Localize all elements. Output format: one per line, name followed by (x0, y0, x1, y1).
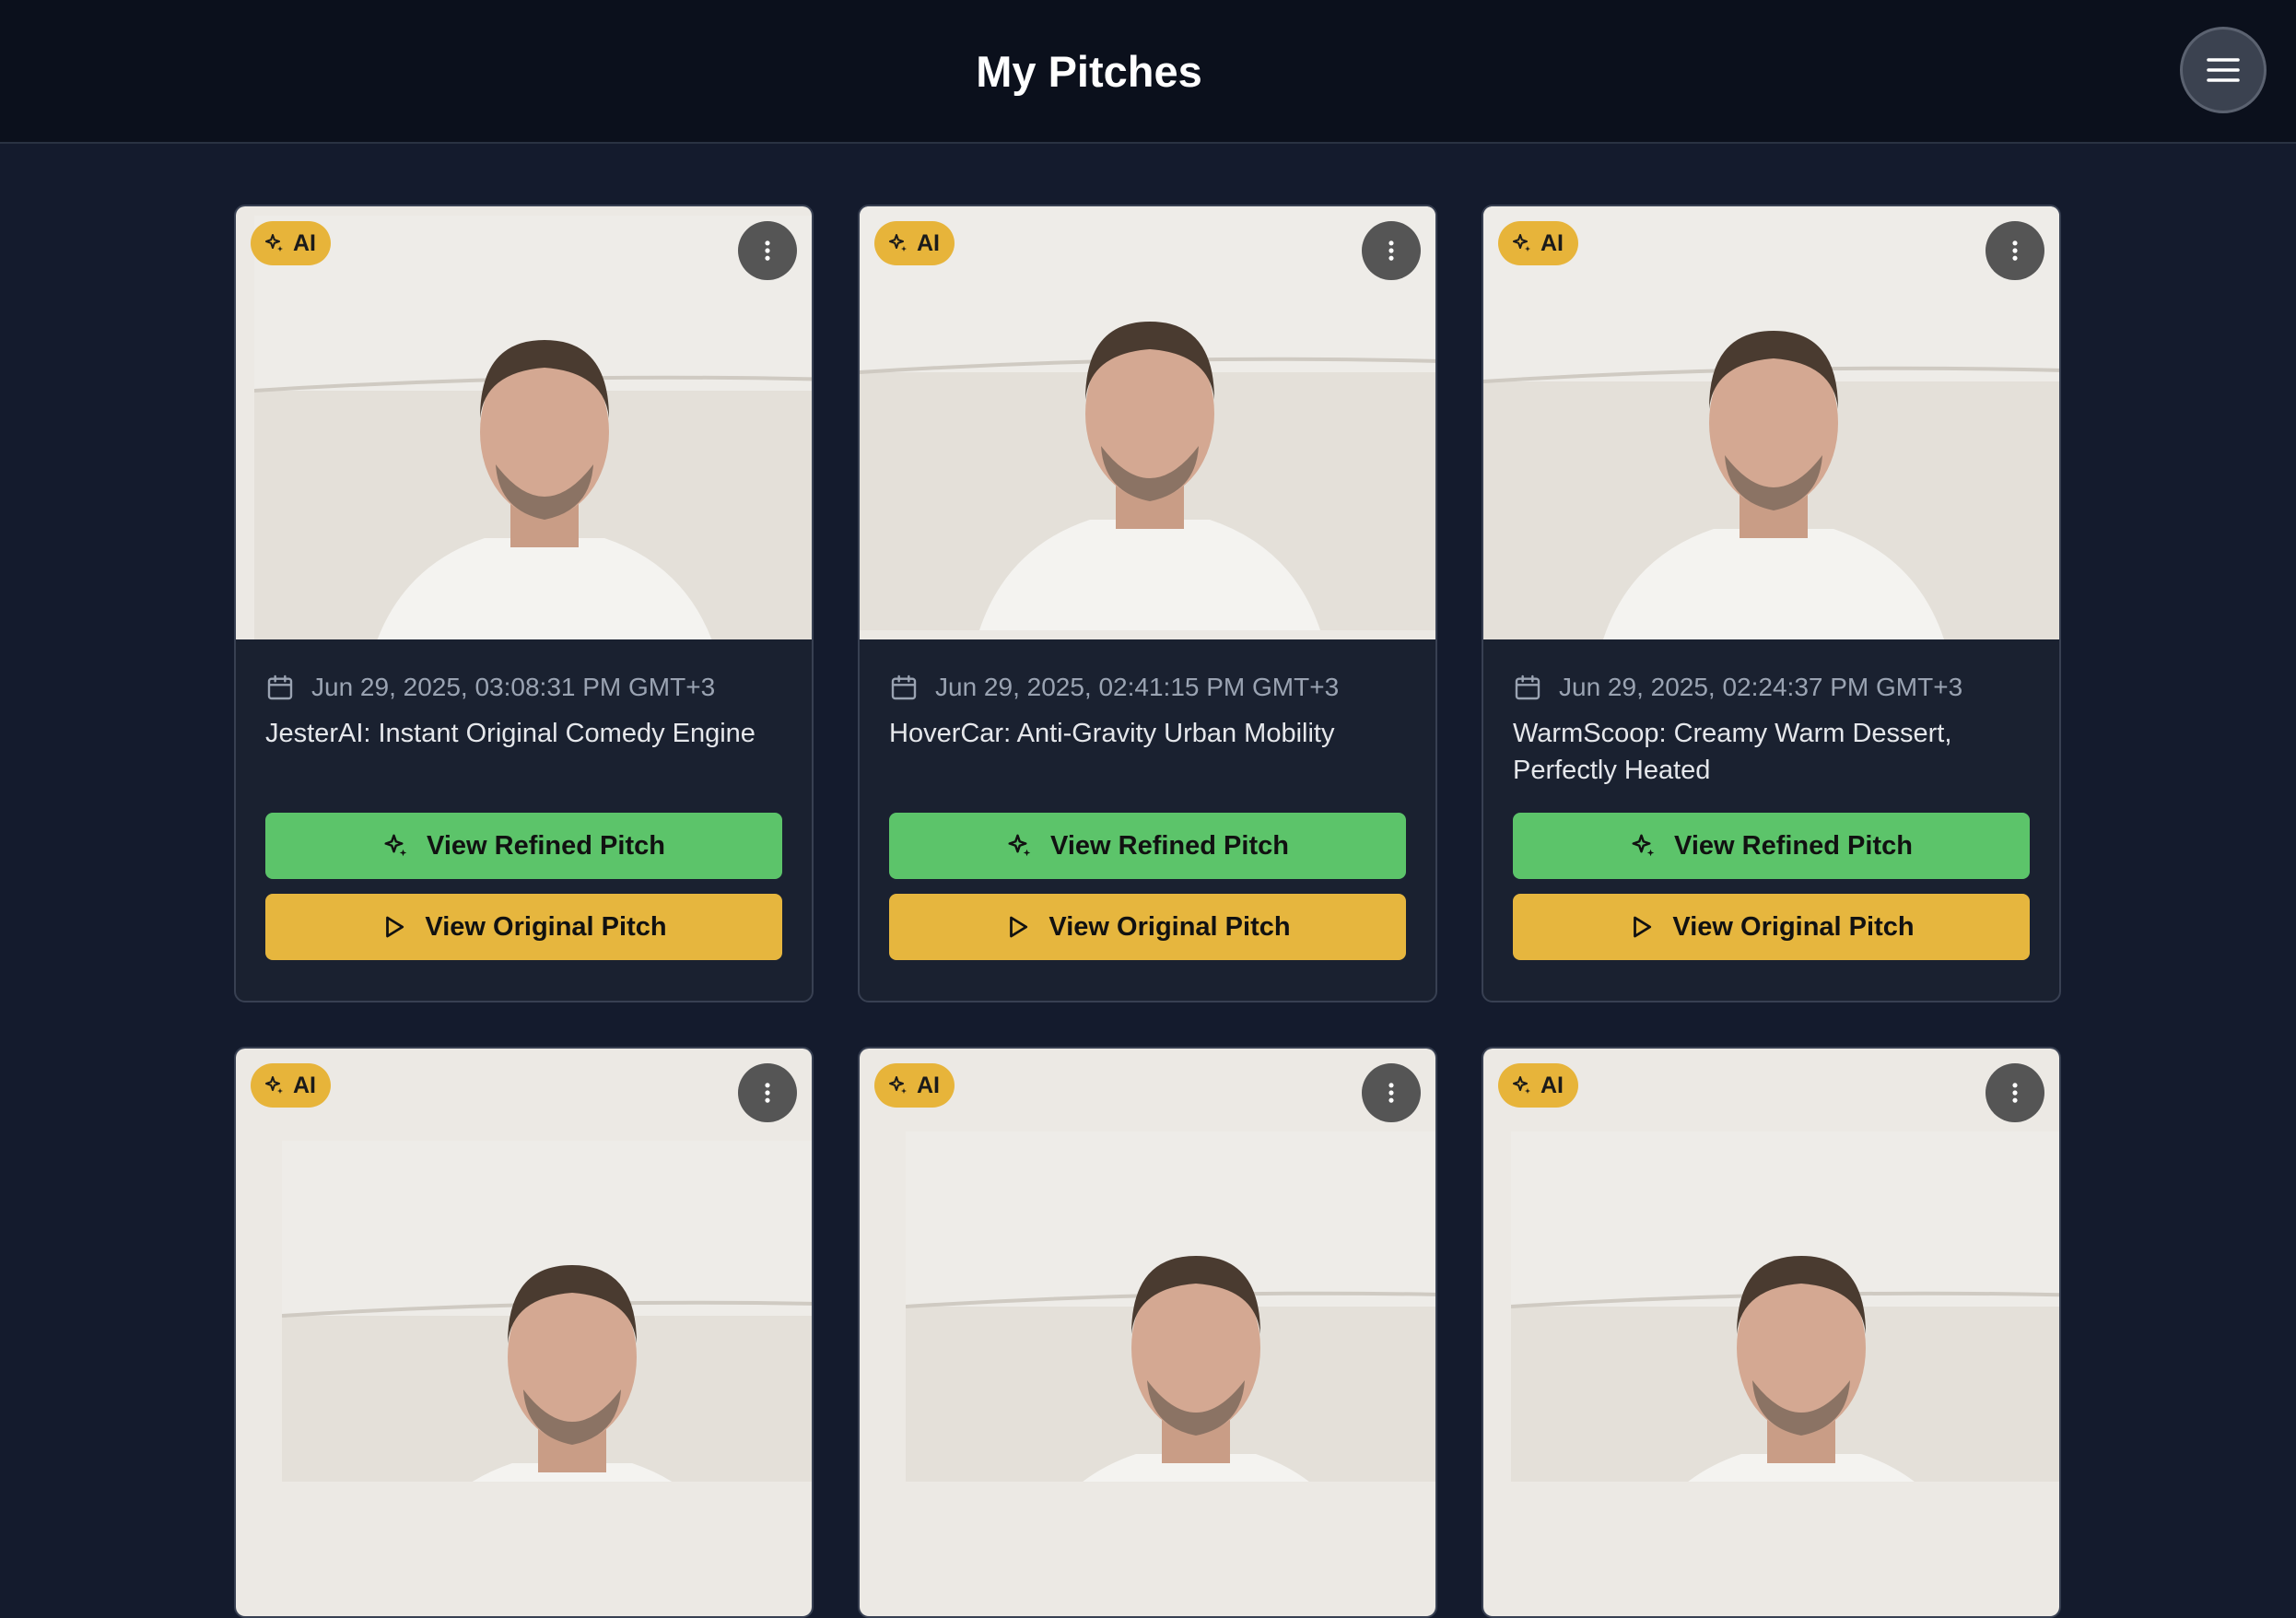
sparkle-icon (1630, 832, 1658, 860)
pitch-date: Jun 29, 2025, 02:41:15 PM GMT+3 (889, 673, 1406, 702)
pitch-thumbnail[interactable]: AI (1483, 1049, 2059, 1616)
sparkle-icon (1511, 232, 1533, 254)
ai-badge: AI (251, 1063, 331, 1108)
pitch-card: AI (1482, 1047, 2061, 1618)
hamburger-menu-icon (2207, 58, 2240, 82)
pitch-thumbnail[interactable]: AI (860, 206, 1435, 639)
more-vertical-icon (2002, 1080, 2028, 1106)
more-vertical-icon (755, 1080, 780, 1106)
pitch-title: HoverCar: Anti-Gravity Urban Mobility (889, 719, 1335, 748)
pitch-title: JesterAI: Instant Original Comedy Engine (265, 719, 756, 748)
pitch-thumbnail[interactable]: AI (860, 1049, 1435, 1616)
more-vertical-icon (1378, 238, 1404, 264)
pitch-video-thumbnail (1483, 206, 2059, 639)
sparkle-icon (382, 832, 410, 860)
pitch-grid: AI Jun 29, 2025, 03:08:31 PM GMT+3 Jeste… (234, 205, 2064, 1002)
pitch-card: AI (858, 1047, 1437, 1618)
sparkle-icon (264, 232, 286, 254)
play-icon (1004, 913, 1032, 941)
pitch-thumbnail[interactable]: AI (1483, 206, 2059, 639)
play-icon (1628, 913, 1656, 941)
more-options-button[interactable] (1986, 221, 2044, 280)
sparkle-icon (264, 1074, 286, 1096)
menu-button[interactable] (2180, 27, 2267, 113)
view-refined-pitch-label: View Refined Pitch (1050, 830, 1289, 861)
pitch-video-thumbnail (1483, 1049, 2059, 1482)
page-title: My Pitches (976, 47, 1202, 96)
view-refined-pitch-label: View Refined Pitch (427, 830, 665, 861)
view-refined-pitch-button[interactable]: View Refined Pitch (1513, 813, 2030, 879)
view-refined-pitch-button[interactable]: View Refined Pitch (265, 813, 782, 879)
calendar-icon (1513, 673, 1542, 702)
view-refined-pitch-button[interactable]: View Refined Pitch (889, 813, 1406, 879)
sparkle-icon (1006, 832, 1034, 860)
pitch-thumbnail[interactable]: AI (236, 206, 812, 639)
pitch-video-thumbnail (236, 206, 812, 639)
ai-badge: AI (874, 1063, 955, 1108)
play-icon (381, 913, 408, 941)
view-refined-pitch-label: View Refined Pitch (1674, 830, 1913, 861)
view-original-pitch-label: View Original Pitch (1048, 911, 1291, 942)
more-vertical-icon (755, 238, 780, 264)
ai-badge-label: AI (917, 1072, 940, 1098)
pitch-date: Jun 29, 2025, 02:24:37 PM GMT+3 (1513, 673, 2030, 702)
app-header: My Pitches (0, 0, 2296, 144)
more-vertical-icon (1378, 1080, 1404, 1106)
view-original-pitch-button[interactable]: View Original Pitch (889, 894, 1406, 960)
ai-badge: AI (1498, 1063, 1578, 1108)
view-original-pitch-label: View Original Pitch (1672, 911, 1915, 942)
more-options-button[interactable] (738, 1063, 797, 1122)
ai-badge: AI (251, 221, 331, 265)
pitch-thumbnail[interactable]: AI (236, 1049, 812, 1616)
pitch-card: AI Jun 29, 2025, 02:24:37 PM GMT+3 WarmS… (1482, 205, 2061, 1002)
pitch-card: AI (234, 1047, 814, 1618)
pitch-video-thumbnail (860, 206, 1435, 639)
pitch-date-text: Jun 29, 2025, 02:41:15 PM GMT+3 (935, 673, 1340, 701)
more-options-button[interactable] (1362, 1063, 1421, 1122)
more-options-button[interactable] (1362, 221, 1421, 280)
pitch-date-text: Jun 29, 2025, 03:08:31 PM GMT+3 (311, 673, 716, 701)
ai-badge-label: AI (1540, 229, 1564, 256)
more-options-button[interactable] (1986, 1063, 2044, 1122)
more-options-button[interactable] (738, 221, 797, 280)
pitch-title: WarmScoop: Creamy Warm Dessert, Perfectl… (1513, 719, 1952, 785)
ai-badge: AI (1498, 221, 1578, 265)
view-original-pitch-label: View Original Pitch (425, 911, 667, 942)
pitch-date: Jun 29, 2025, 03:08:31 PM GMT+3 (265, 673, 782, 702)
ai-badge-label: AI (293, 229, 316, 256)
ai-badge-label: AI (293, 1072, 316, 1098)
pitch-video-thumbnail (860, 1049, 1435, 1482)
sparkle-icon (887, 232, 909, 254)
pitch-card: AI Jun 29, 2025, 02:41:15 PM GMT+3 Hover… (858, 205, 1437, 1002)
sparkle-icon (887, 1074, 909, 1096)
ai-badge: AI (874, 221, 955, 265)
view-original-pitch-button[interactable]: View Original Pitch (1513, 894, 2030, 960)
view-original-pitch-button[interactable]: View Original Pitch (265, 894, 782, 960)
ai-badge-label: AI (1540, 1072, 1564, 1098)
ai-badge-label: AI (917, 229, 940, 256)
pitch-card: AI Jun 29, 2025, 03:08:31 PM GMT+3 Jeste… (234, 205, 814, 1002)
pitch-date-text: Jun 29, 2025, 02:24:37 PM GMT+3 (1559, 673, 1963, 701)
pitch-grid-row-2: AI AI AI (234, 1047, 2064, 1618)
calendar-icon (265, 673, 295, 702)
pitch-video-thumbnail (236, 1049, 812, 1482)
calendar-icon (889, 673, 919, 702)
sparkle-icon (1511, 1074, 1533, 1096)
more-vertical-icon (2002, 238, 2028, 264)
